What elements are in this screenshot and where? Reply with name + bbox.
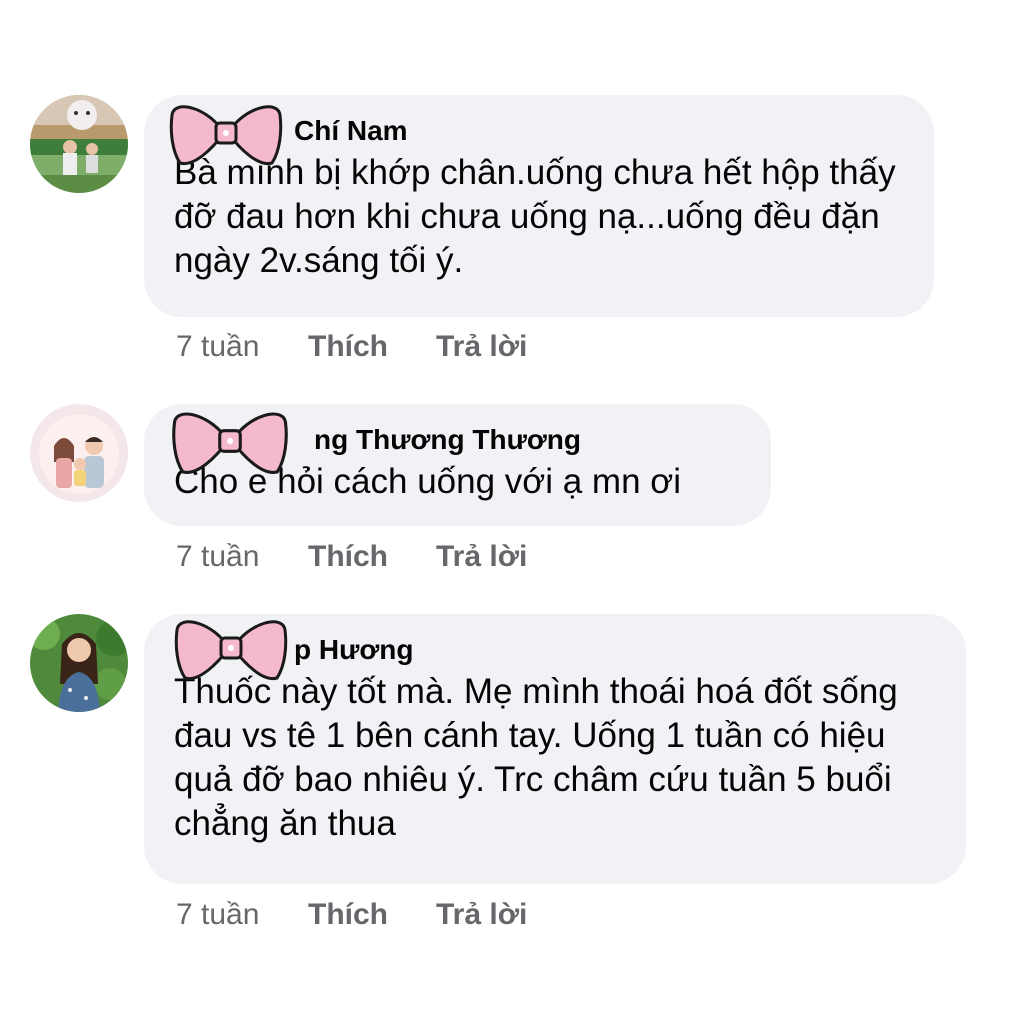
pink-bow-sticker-icon xyxy=(174,620,288,681)
avatar[interactable] xyxy=(30,95,128,193)
comment-actions: 7 tuần Thích Trả lời xyxy=(176,898,527,932)
avatar-illustration-icon xyxy=(30,404,128,502)
reply-button[interactable]: Trả lời xyxy=(436,330,527,364)
avatar-photo-icon xyxy=(30,95,128,193)
comment-time[interactable]: 7 tuần xyxy=(176,330,308,364)
avatar[interactable] xyxy=(30,614,128,712)
comment-text: Thuốc này tốt mà. Mẹ mình thoái hoá đốt … xyxy=(174,672,898,843)
comment-actions: 7 tuần Thích Trả lời xyxy=(176,330,527,364)
pink-bow-sticker-icon xyxy=(172,412,288,474)
pink-bow-sticker-icon xyxy=(169,105,283,166)
avatar[interactable] xyxy=(30,404,128,502)
like-button[interactable]: Thích xyxy=(308,540,436,574)
comment-bubble: Chí Nam Bà mình bị khớp chân.uống chưa h… xyxy=(144,95,934,317)
reply-button[interactable]: Trả lời xyxy=(436,898,527,932)
avatar-photo-icon xyxy=(30,614,128,712)
comment-time[interactable]: 7 tuần xyxy=(176,540,308,574)
comment-text: Bà mình bị khớp chân.uống chưa hết hộp t… xyxy=(174,153,896,280)
like-button[interactable]: Thích xyxy=(308,330,436,364)
like-button[interactable]: Thích xyxy=(308,898,436,932)
reply-button[interactable]: Trả lời xyxy=(436,540,527,574)
comment-bubble: ng Thương Thương Cho e hỏi cách uống với… xyxy=(144,404,771,526)
comment-bubble: p Hương Thuốc này tốt mà. Mẹ mình thoái … xyxy=(144,614,966,884)
comment-time[interactable]: 7 tuần xyxy=(176,898,308,932)
comment-actions: 7 tuần Thích Trả lời xyxy=(176,540,527,574)
